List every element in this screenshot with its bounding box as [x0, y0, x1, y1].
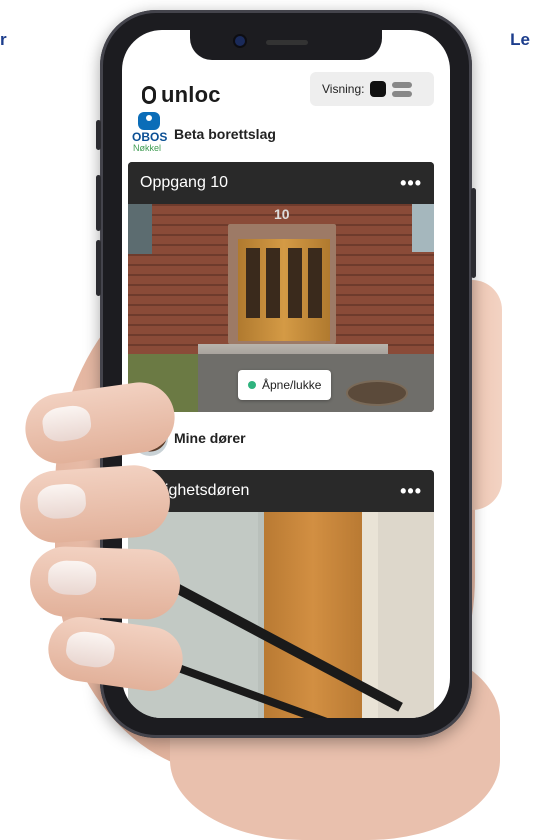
edge-text-right: Le — [510, 30, 530, 49]
lock-icon — [142, 86, 156, 104]
section-title: Mine dører — [174, 430, 246, 446]
door-number: 10 — [274, 206, 290, 222]
view-toggle: Visning: — [310, 72, 434, 106]
hand-finger — [17, 462, 173, 546]
camera-icon — [235, 36, 245, 46]
open-close-button[interactable]: Åpne/lukke — [238, 370, 332, 400]
phone-volume-down — [96, 240, 101, 296]
obos-logo-text: OBOS — [132, 130, 168, 144]
app-logo-text: unloc — [161, 82, 221, 107]
door-card-header: Leilighetsdøren ••• — [128, 470, 434, 512]
door-card-oppgang-10[interactable]: 10 Åpne/lukke Oppgang 10 ••• — [128, 162, 434, 412]
door-card-header: Oppgang 10 ••• — [128, 162, 434, 204]
section-title: Beta borettslag — [174, 126, 276, 142]
app-logo: unloc — [142, 82, 221, 108]
door-photo: 10 Åpne/lukke — [128, 204, 434, 412]
obos-logo-sub: Nøkkel — [133, 143, 162, 153]
more-options-icon[interactable]: ••• — [400, 481, 422, 502]
app-screen: unloc Visning: OBOS Nøkkel Beta borettsl… — [122, 30, 450, 718]
phone-notch — [190, 30, 382, 60]
open-close-label: Åpne/lukke — [262, 378, 322, 392]
obos-figure-icon — [138, 112, 160, 130]
card-view-icon[interactable] — [370, 81, 387, 97]
status-dot-icon — [248, 381, 256, 389]
list-view-icon[interactable] — [392, 81, 413, 97]
speaker-icon — [266, 40, 308, 45]
more-options-icon[interactable]: ••• — [400, 173, 422, 194]
door-photo — [128, 512, 434, 718]
hand-finger — [28, 545, 182, 621]
door-card-title: Oppgang 10 — [140, 174, 229, 191]
phone-volume-up — [96, 175, 101, 231]
phone-mute-switch — [96, 120, 101, 150]
phone-power-button — [471, 188, 476, 278]
edge-text-left: r — [0, 30, 7, 49]
section-beta-borettslag: OBOS Nøkkel Beta borettslag — [132, 112, 276, 156]
view-toggle-label: Visning: — [322, 82, 365, 96]
obos-logo: OBOS Nøkkel — [132, 112, 168, 156]
